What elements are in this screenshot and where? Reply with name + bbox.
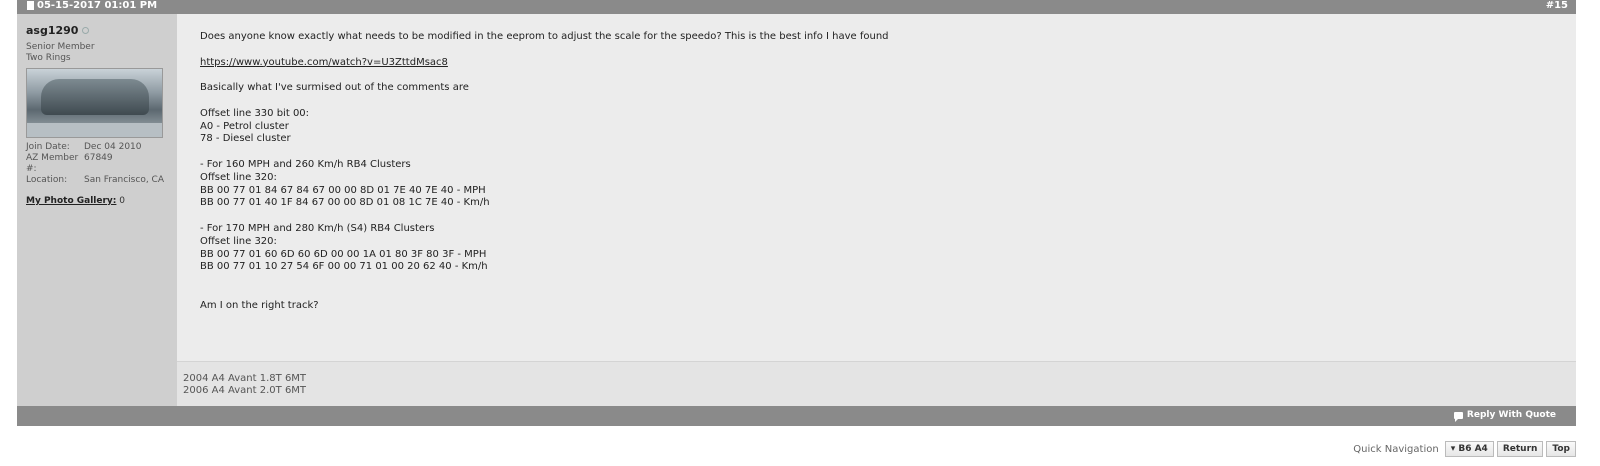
- youtube-link[interactable]: https://www.youtube.com/watch?v=U3ZttdMs…: [200, 57, 448, 68]
- offline-status-icon: [82, 27, 90, 34]
- location-label: Location:: [26, 175, 68, 185]
- reply-with-quote-button[interactable]: Reply With Quote: [1453, 410, 1556, 422]
- avatar-bumper: [27, 123, 162, 137]
- photo-gallery-link[interactable]: My Photo Gallery:: [26, 196, 116, 206]
- post-message: Does anyone know exactly what needs to b…: [200, 31, 889, 313]
- avatar[interactable]: [26, 68, 163, 138]
- return-button[interactable]: Return: [1496, 441, 1544, 457]
- quote-bubble-icon: [1453, 411, 1463, 422]
- signature-text: 2004 A4 Avant 1.8T 6MT 2006 A4 Avant 2.0…: [183, 373, 307, 396]
- avatar-window: [41, 79, 149, 115]
- message-closing: Am I on the right track?: [200, 299, 319, 311]
- quick-navigation-label: Quick Navigation: [1353, 443, 1439, 455]
- user-rank: Senior Member: [26, 42, 95, 52]
- join-date-label: Join Date:: [26, 142, 70, 152]
- user-info-panel: asg1290 Senior Member Two Rings Join Dat…: [17, 14, 177, 415]
- signature: 2004 A4 Avant 1.8T 6MT 2006 A4 Avant 2.0…: [177, 361, 1576, 406]
- forum-select-button[interactable]: ▾ B6 A4: [1444, 441, 1494, 457]
- message-line-intro: Basically what I've surmised out of the …: [200, 82, 469, 94]
- user-subtitle: Two Rings: [26, 53, 71, 63]
- reply-with-quote-label: Reply With Quote: [1466, 410, 1556, 420]
- post-header: 05-15-2017 01:01 PM #15: [17, 0, 1576, 14]
- photo-gallery: My Photo Gallery: 0: [26, 196, 125, 206]
- message-block-offset-330: Offset line 330 bit 00: A0 - Petrol clus…: [200, 107, 310, 145]
- post-date: 05-15-2017 01:01 PM: [27, 0, 157, 11]
- post-number-link[interactable]: #15: [1546, 0, 1568, 11]
- message-line-question: Does anyone know exactly what needs to b…: [200, 31, 889, 42]
- username-row: asg1290: [26, 24, 90, 37]
- join-date-value: Dec 04 2010: [84, 142, 142, 152]
- member-number-value: 67849: [84, 153, 113, 163]
- message-block-170mph: - For 170 MPH and 280 Km/h (S4) RB4 Clus…: [200, 222, 488, 273]
- quick-navigation: Quick Navigation ▾ B6 A4 Return Top: [1353, 441, 1576, 457]
- photo-gallery-count: 0: [119, 196, 126, 206]
- forum-post: 05-15-2017 01:01 PM #15 asg1290 Senior M…: [17, 0, 1576, 434]
- document-icon: [27, 1, 34, 10]
- post-date-text: 05-15-2017 01:01 PM: [37, 0, 158, 11]
- post-content: Does anyone know exactly what needs to b…: [177, 14, 1576, 361]
- post-footer: Reply With Quote: [17, 406, 1576, 426]
- user-title: Senior Member Two Rings: [26, 42, 95, 64]
- top-button[interactable]: Top: [1546, 441, 1576, 457]
- location-value: San Francisco, CA: [84, 175, 164, 185]
- message-block-160mph: - For 160 MPH and 260 Km/h RB4 Clusters …: [200, 158, 490, 209]
- member-number-label: AZ Member #:: [26, 153, 79, 174]
- user-stats: Join Date: Dec 04 2010 AZ Member #: 67849 …: [26, 142, 174, 186]
- username-link[interactable]: asg1290: [26, 24, 78, 37]
